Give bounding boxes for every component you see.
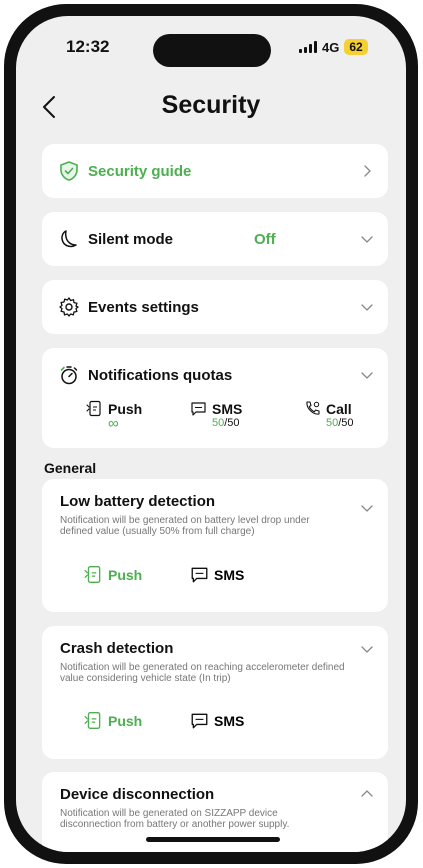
low-battery-push-toggle[interactable]: Push (84, 565, 142, 584)
crash-detection-sms-toggle[interactable]: SMS (190, 711, 244, 730)
crash-detection-title: Crash detection (60, 640, 174, 657)
call-quota: Call 50/50 (304, 400, 354, 429)
crash-detection-card[interactable]: Crash detection Notification will be gen… (42, 626, 388, 759)
low-battery-sms-toggle[interactable]: SMS (190, 565, 244, 584)
chevron-right-icon (364, 165, 371, 177)
chevron-down-icon[interactable] (360, 501, 374, 515)
home-indicator[interactable] (146, 837, 280, 842)
status-time: 12:32 (66, 37, 110, 56)
crash-detection-push-toggle[interactable]: Push (84, 711, 142, 730)
chevron-down-icon[interactable] (360, 642, 374, 656)
low-battery-card[interactable]: Low battery detection Notification will … (42, 479, 388, 612)
sms-quota: SMS 50/50 (190, 400, 242, 429)
sms-quota-label: SMS (212, 400, 243, 417)
push-phone-icon (86, 400, 101, 417)
crash-detection-sms-label: SMS (214, 712, 245, 729)
gear-icon (59, 297, 79, 317)
device-disconnection-title: Device disconnection (60, 786, 215, 803)
call-quota-total: /50 (338, 417, 354, 429)
sms-quota-total: /50 (224, 417, 240, 429)
phone-call-icon (306, 401, 320, 415)
phone-frame: 12:32 4G 62 Security Security guide Sile… (4, 4, 418, 864)
call-quota-used: 50 (326, 417, 339, 429)
notifications-quotas-label: Notifications quotas (88, 366, 233, 384)
call-quota-label: Call (326, 400, 352, 417)
moon-icon (61, 230, 77, 248)
silent-mode-label: Silent mode (88, 230, 174, 248)
sms-bubble-icon (191, 567, 208, 583)
silent-mode-item[interactable]: Silent mode Off (42, 212, 388, 266)
push-phone-icon (84, 566, 101, 583)
shield-check-icon (60, 161, 78, 181)
device-disconnection-description: Notification will be generated on SIZZAP… (60, 808, 290, 830)
stopwatch-icon (60, 366, 78, 385)
sms-quota-used: 50 (212, 417, 225, 429)
screen: 12:32 4G 62 Security Security guide Sile… (16, 16, 406, 852)
sms-bubble-icon (191, 402, 206, 416)
security-guide-label: Security guide (88, 162, 192, 180)
events-settings-label: Events settings (88, 298, 199, 316)
chevron-down-icon (361, 304, 373, 311)
low-battery-description: Notification will be generated on batter… (60, 515, 310, 537)
crash-detection-push-label: Push (108, 712, 143, 729)
page-title: Security (161, 91, 261, 119)
low-battery-push-label: Push (108, 566, 143, 583)
notifications-quotas-header[interactable]: Notifications quotas (42, 348, 388, 402)
push-phone-icon (84, 712, 101, 729)
general-section-label: General (44, 460, 97, 476)
quota-items: Push ∞ SMS 50/50 Call 50/50 (42, 400, 388, 440)
sms-bubble-icon (191, 713, 208, 729)
crash-detection-description: Notification will be generated on reachi… (60, 662, 345, 684)
sms-quota-count: 50/50 (212, 417, 240, 429)
notifications-quotas-card[interactable]: Notifications quotas Push ∞ SMS 50/50 Ca… (42, 348, 388, 448)
signal-icon (299, 41, 317, 53)
security-guide-item[interactable]: Security guide (42, 144, 388, 198)
low-battery-title: Low battery detection (60, 493, 216, 510)
push-quota: Push ∞ (86, 400, 142, 431)
events-settings-item[interactable]: Events settings (42, 280, 388, 334)
dynamic-island (153, 34, 271, 67)
call-quota-count: 50/50 (326, 417, 354, 429)
push-quota-value: ∞ (108, 415, 119, 432)
network-type: 4G (322, 39, 340, 55)
chevron-up-icon[interactable] (360, 787, 374, 801)
status-indicators: 4G 62 (299, 39, 368, 55)
battery-level: 62 (344, 39, 368, 55)
chevron-down-icon (361, 372, 373, 379)
low-battery-sms-label: SMS (214, 566, 245, 583)
silent-mode-value: Off (254, 230, 276, 248)
chevron-down-icon (361, 236, 373, 243)
